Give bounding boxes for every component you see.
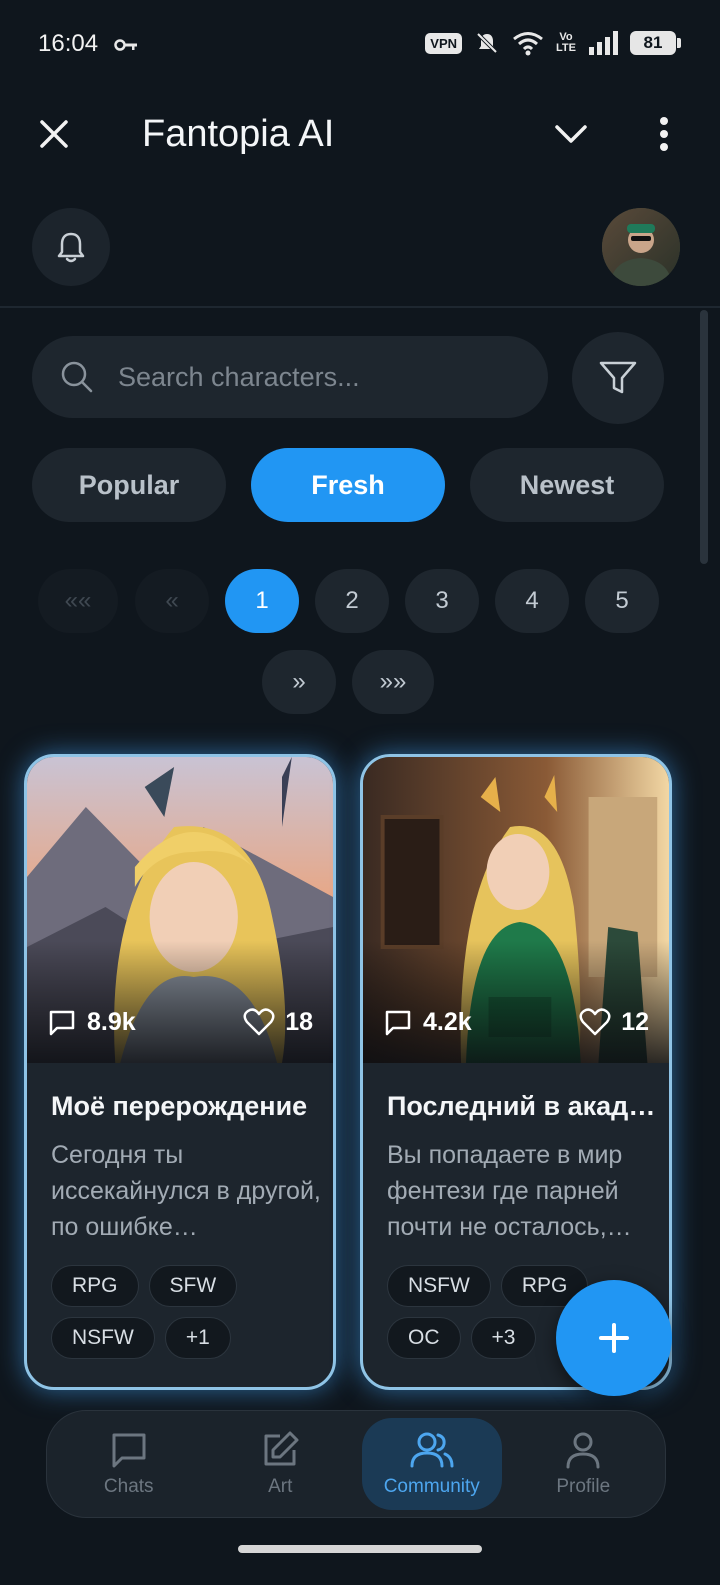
chat-count-value: 8.9k [87,1007,136,1036]
page-4-button[interactable]: 4 [495,569,569,633]
heart-icon [579,1008,611,1036]
page-prev-button[interactable]: « [135,569,209,633]
filter-icon [599,361,637,394]
user-avatar[interactable] [602,208,680,286]
chat-icon [112,1433,146,1468]
header-divider [0,306,720,308]
like-count-value: 18 [285,1007,313,1036]
tag[interactable]: NSFW [387,1265,491,1307]
filter-button[interactable] [572,332,664,424]
mute-icon [476,32,498,54]
search-bar[interactable] [32,336,548,418]
heart-icon [243,1008,275,1036]
nav-community-label: Community [383,1476,480,1497]
tag-more[interactable]: +1 [164,1317,231,1359]
status-icons: VPN Vo LTE 81 [425,30,681,56]
like-count[interactable]: 12 [579,1007,649,1037]
page-1-button[interactable]: 1 [225,569,299,633]
tag[interactable]: OC [387,1317,461,1359]
card-title: Последний в академии [387,1091,657,1121]
chat-count-value: 4.2k [423,1007,472,1036]
page-5-button[interactable]: 5 [585,569,659,633]
signal-icon [589,31,618,55]
create-character-button[interactable] [556,1280,672,1396]
card-title: Моё перерождение [51,1091,308,1121]
nav-profile[interactable]: Profile [513,1418,653,1510]
tab-fresh[interactable]: Fresh [251,448,445,522]
tag-list: RPG SFW NSFW +1 [51,1265,321,1359]
nav-chats-label: Chats [103,1476,154,1497]
tab-popular[interactable]: Popular [32,448,226,522]
page-2-button[interactable]: 2 [315,569,389,633]
battery-icon: 81 [630,31,681,55]
chat-icon [385,1010,411,1036]
page-first-button[interactable]: «« [38,569,118,633]
avatar-image [602,208,680,286]
nav-community[interactable]: Community [361,1418,502,1510]
key-icon [114,39,137,51]
tag[interactable]: NSFW [51,1317,155,1359]
chat-count: 8.9k [47,1007,136,1037]
close-icon [40,120,68,148]
nav-profile-label: Profile [556,1476,611,1497]
app-title: Fantopia AI [142,113,335,155]
status-time: 16:04 [38,30,99,57]
more-options-button[interactable] [642,110,686,158]
user-icon [566,1432,600,1469]
home-indicator[interactable] [238,1545,482,1553]
search-input[interactable] [118,361,518,393]
card-description: Сегодня ты иссекайнулся в другой, по оши… [51,1141,321,1241]
search-icon [61,361,93,393]
plus-icon [599,1323,629,1353]
bell-icon [57,232,85,263]
page-last-button[interactable]: »» [352,650,434,714]
card-stats: 8.9k 18 [27,1007,333,1037]
edit-icon [264,1431,299,1466]
like-count-value: 12 [621,1007,649,1036]
card-stats: 4.2k 12 [363,1007,669,1037]
bottom-navigation: Chats Art Community Profile [46,1410,666,1518]
close-button[interactable] [30,110,78,158]
nav-art[interactable]: Art [210,1418,350,1510]
scrollbar[interactable] [700,310,708,564]
chat-icon [49,1010,75,1036]
more-vertical-icon [660,117,668,151]
chat-count: 4.2k [383,1007,472,1037]
like-count[interactable]: 18 [243,1007,313,1037]
chevron-down-icon [555,125,587,143]
tag[interactable]: SFW [148,1265,238,1307]
expand-button[interactable] [546,110,596,158]
notifications-button[interactable] [32,208,110,286]
nav-chats[interactable]: Chats [59,1418,199,1510]
tag[interactable]: RPG [51,1265,139,1307]
tab-newest[interactable]: Newest [470,448,664,522]
wifi-icon [513,32,543,56]
page-next-button[interactable]: » [262,650,336,714]
volte-indicator: Vo LTE [556,31,576,54]
vpn-badge: VPN [425,32,463,54]
card-description: Вы попадаете в мир фентези где парней по… [387,1141,632,1241]
tag-more[interactable]: +3 [470,1317,537,1359]
users-icon [410,1432,454,1468]
character-card[interactable]: 8.9k 18 Моё перерождение Сегодня ты иссе… [24,754,336,1390]
nav-art-label: Art [268,1476,293,1497]
page-3-button[interactable]: 3 [405,569,479,633]
